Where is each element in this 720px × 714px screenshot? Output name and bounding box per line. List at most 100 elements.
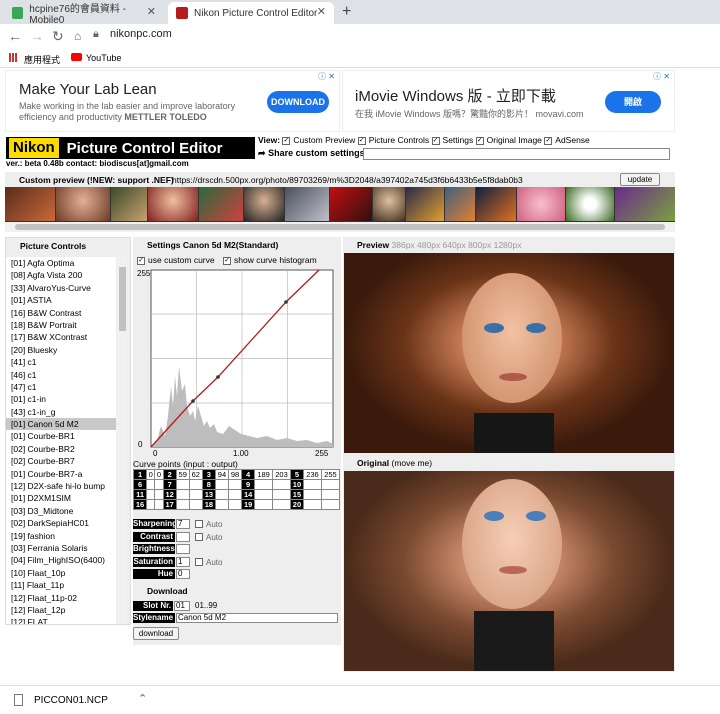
home-icon[interactable]: ⌂: [74, 29, 81, 43]
adjustment-value[interactable]: [176, 531, 190, 542]
curve-point-input[interactable]: [303, 479, 322, 490]
ad-banner-left[interactable]: Make Your Lab Lean Make working in the l…: [5, 70, 340, 132]
picture-control-item[interactable]: [01] Courbe-BR1: [6, 430, 116, 442]
curve-point-output[interactable]: [320, 479, 341, 490]
curve-point-output[interactable]: 98: [227, 469, 243, 480]
picture-control-item[interactable]: [17] B&W XContrast: [6, 331, 116, 343]
share-url-field[interactable]: [363, 148, 670, 160]
curve-point-input[interactable]: 59: [175, 469, 190, 480]
picture-control-item[interactable]: [03] D3_Midtone: [6, 505, 116, 517]
scrollbar-thumb[interactable]: [15, 224, 665, 230]
back-icon[interactable]: ←: [8, 28, 22, 44]
picture-controls-checkbox[interactable]: ✓: [357, 136, 366, 145]
thumbnail-scrollbar[interactable]: [5, 222, 675, 232]
bookmark-apps[interactable]: 應用程式: [24, 53, 60, 66]
thumbnail[interactable]: [285, 187, 329, 221]
curve-point-input[interactable]: 0: [146, 469, 156, 480]
curve-point-input[interactable]: [175, 479, 190, 490]
curve-point-output[interactable]: [188, 489, 203, 500]
adjustment-value[interactable]: 1: [176, 556, 190, 567]
curve-point-output[interactable]: [320, 499, 341, 510]
tab-mobile01[interactable]: hcpine76的會員資料 - Mobile0 ✕: [4, 2, 164, 26]
curve-point-input[interactable]: [254, 489, 274, 500]
custom-preview-url[interactable]: https://drscdn.500px.org/photo/89703269/…: [172, 175, 523, 185]
auto-checkbox[interactable]: [195, 532, 203, 541]
picture-control-item[interactable]: [03] Ferrania Solaris: [6, 542, 116, 554]
reload-icon[interactable]: ↻: [52, 28, 64, 45]
close-tab-icon[interactable]: ✕: [147, 5, 156, 18]
ad-banner-right[interactable]: iMovie Windows 版 - 立即下載 在我 iMovie Window…: [342, 70, 675, 132]
picture-controls-list[interactable]: [01] Agfa Optima [08] Agfa Vista 200 [33] …: [6, 257, 116, 624]
picture-control-item[interactable]: [18] B&W Portrait: [6, 319, 116, 331]
chevron-up-icon[interactable]: ⌃: [138, 692, 147, 705]
curve-point-input[interactable]: [175, 489, 190, 500]
ad-open-button[interactable]: 開啟: [605, 91, 661, 113]
picture-control-item[interactable]: [43] c1-in_g: [6, 406, 116, 418]
ad-choices-icon[interactable]: ⓘ ✕: [653, 71, 670, 82]
lock-icon[interactable]: 🔒︎: [93, 28, 99, 41]
curve-point-output[interactable]: [227, 489, 243, 500]
curve-point-input[interactable]: [175, 499, 190, 510]
picture-control-item[interactable]: [02] Courbe-BR7: [6, 455, 116, 467]
curve-editor[interactable]: 255 0 0 1.00 255: [137, 266, 337, 458]
picture-control-item[interactable]: [47] c1: [6, 381, 116, 393]
curve-point-output[interactable]: [227, 499, 243, 510]
url-text[interactable]: nikonpc.com: [110, 28, 172, 40]
picture-control-item[interactable]: [01] Canon 5d M2: [6, 418, 116, 431]
picture-control-item[interactable]: [02] Courbe-BR2: [6, 443, 116, 455]
ad-choices-icon[interactable]: ⓘ ✕: [318, 71, 335, 82]
custom-preview-checkbox[interactable]: ✓: [282, 136, 291, 145]
thumbnail[interactable]: [244, 187, 284, 221]
picture-control-item[interactable]: [01] D2XM1SIM: [6, 492, 116, 504]
picture-control-item[interactable]: [12] Flaat_12p: [6, 604, 116, 616]
curve-point-output[interactable]: [188, 499, 203, 510]
picture-control-item[interactable]: [01] c1-in: [6, 393, 116, 405]
adsense-checkbox[interactable]: ✓: [544, 136, 553, 145]
original-image-checkbox[interactable]: ✓: [475, 136, 484, 145]
preview-size-links[interactable]: 386px 480px 640px 800px 1280px: [392, 240, 522, 250]
download-button[interactable]: download: [133, 627, 179, 640]
curve-point-input[interactable]: [254, 479, 274, 490]
curve-point-output[interactable]: [154, 499, 164, 510]
close-tab-icon[interactable]: ✕: [317, 5, 326, 18]
new-tab-icon[interactable]: +: [342, 3, 351, 21]
curve-point-input[interactable]: 189: [254, 469, 274, 480]
thumbnail[interactable]: [373, 187, 405, 221]
curve-point-output[interactable]: [154, 479, 164, 490]
curve-point-input[interactable]: [303, 499, 322, 510]
curve-point-output[interactable]: 0: [154, 469, 164, 480]
thumbnail[interactable]: [199, 187, 243, 221]
picture-control-item[interactable]: [16] B&W Contrast: [6, 307, 116, 319]
curve-point-input[interactable]: [303, 489, 322, 500]
curve-point-output[interactable]: [154, 489, 164, 500]
slot-input[interactable]: 01: [174, 601, 190, 611]
thumbnail[interactable]: [406, 187, 444, 221]
auto-checkbox[interactable]: [195, 557, 203, 566]
show-histogram-checkbox[interactable]: ✓: [223, 256, 231, 265]
picture-control-item[interactable]: [20] Bluesky: [6, 344, 116, 356]
tab-nikon[interactable]: Nikon Picture Control Editor ✕: [168, 2, 334, 24]
thumbnail[interactable]: [445, 187, 475, 221]
forward-icon[interactable]: →: [30, 28, 44, 44]
thumbnail[interactable]: [5, 187, 55, 221]
curve-point-output[interactable]: [320, 489, 341, 500]
adjustment-value[interactable]: 0: [176, 569, 190, 579]
adjustment-value[interactable]: [176, 544, 190, 554]
picture-control-item[interactable]: [01] Agfa Optima: [6, 257, 116, 269]
picture-control-item[interactable]: [19] fashion: [6, 530, 116, 542]
auto-checkbox[interactable]: [195, 520, 203, 528]
thumbnail[interactable]: [566, 187, 614, 221]
curve-point-input[interactable]: [214, 489, 230, 500]
ad-download-button[interactable]: DOWNLOAD: [267, 91, 329, 113]
picture-control-item[interactable]: [01] ASTIA: [6, 294, 116, 306]
picture-control-item[interactable]: [12] Flaat_11p-02: [6, 592, 116, 604]
curve-point-output[interactable]: [272, 499, 291, 510]
picture-control-item[interactable]: [12] D2X-safe hi-lo bump: [6, 480, 116, 492]
curve-point-output[interactable]: 203: [272, 469, 291, 480]
thumbnail[interactable]: [111, 187, 147, 221]
thumbnail[interactable]: [56, 187, 110, 221]
curve-point-output[interactable]: [272, 479, 291, 490]
picture-control-item[interactable]: [04] Film_HighISO(6400): [6, 554, 116, 566]
download-filename[interactable]: PICCON01.NCP: [34, 695, 108, 706]
use-custom-curve-checkbox[interactable]: ✓: [137, 256, 145, 265]
